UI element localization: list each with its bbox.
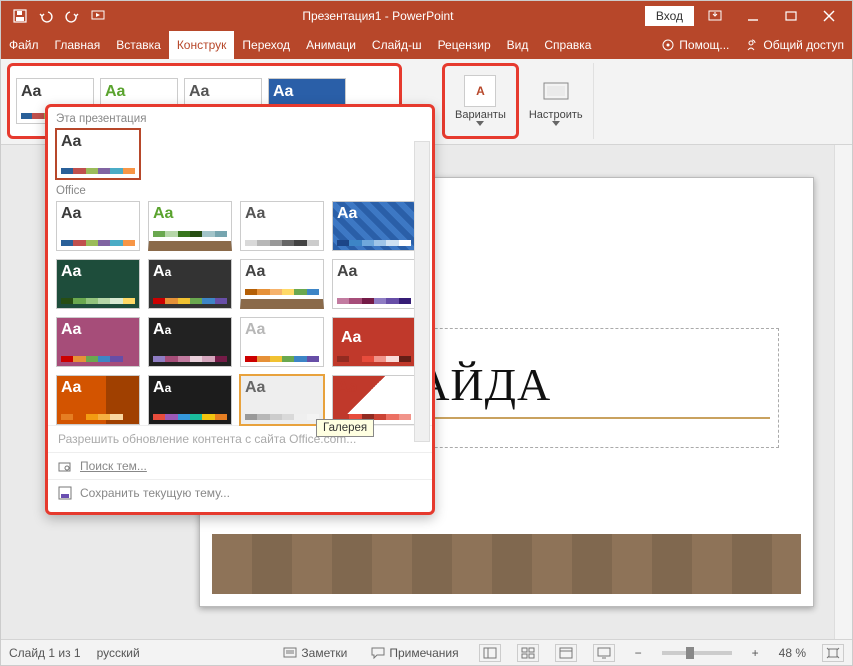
tab-анимаци[interactable]: Анимаци [298,31,364,59]
theme-thumbnail[interactable]: Aa [148,259,232,309]
slide-size-icon [540,75,572,107]
vertical-scrollbar[interactable] [834,145,852,639]
customize-label: Настроить [529,109,583,121]
theme-tooltip: Галерея [316,419,374,437]
theme-thumbnail[interactable]: Aa [332,259,416,309]
gallery-scrollbar[interactable] [414,141,430,442]
variants-button[interactable]: A Варианты [442,63,519,139]
reading-view-button[interactable] [555,644,577,662]
tab-переход[interactable]: Переход [234,31,298,59]
save-icon[interactable] [7,3,33,29]
tab-главная[interactable]: Главная [47,31,109,59]
enable-office-updates-link[interactable]: Разрешить обновление контента с сайта Of… [48,425,432,452]
tab-конструк[interactable]: Конструк [169,31,235,59]
language-indicator[interactable]: русский [97,646,140,660]
title-bar: Презентация1 - PowerPoint Вход [1,1,852,31]
tell-me-icon[interactable]: Помощ... [653,31,737,59]
theme-thumbnail[interactable]: Aa [56,201,140,251]
tab-справка[interactable]: Справка [536,31,599,59]
theme-thumbnail[interactable]: Aa [56,259,140,309]
comments-button[interactable]: Примечания [367,646,462,660]
theme-thumbnail[interactable]: Aa [148,375,232,425]
themes-gallery-dropdown: Эта презентация Aa Office AaAaAaAaAaAaAa… [45,104,435,515]
customize-button[interactable]: Настроить [519,63,594,139]
ribbon-tabs: ФайлГлавнаяВставкаКонструкПереходАнимаци… [1,31,852,59]
tell-me-label: Помощ... [679,38,729,52]
sorter-view-button[interactable] [517,644,539,662]
window-title: Презентация1 - PowerPoint [111,9,645,23]
zoom-level[interactable]: 48 % [779,646,806,660]
close-icon[interactable] [812,4,846,28]
theme-thumbnail[interactable]: Aa [148,201,232,251]
tab-рецензир[interactable]: Рецензир [430,31,499,59]
chevron-down-icon [552,121,560,127]
theme-thumbnail[interactable]: Aa [240,201,324,251]
undo-icon[interactable] [33,3,59,29]
wood-strip-decoration [212,534,801,594]
theme-thumbnail[interactable]: Aa [332,375,416,425]
chevron-down-icon [476,121,484,127]
notes-button[interactable]: Заметки [279,646,351,660]
share-button[interactable]: Общий доступ [737,31,852,59]
tab-вид[interactable]: Вид [499,31,537,59]
theme-thumbnail[interactable]: Aa [56,375,140,425]
login-button[interactable]: Вход [645,6,694,26]
zoom-slider[interactable] [662,651,732,655]
variants-icon: A [464,75,496,107]
notes-icon [283,647,297,659]
section-office: Office [48,179,432,201]
theme-thumbnail[interactable]: Aa [240,375,324,425]
minimize-icon[interactable] [736,4,770,28]
share-label: Общий доступ [763,38,844,52]
save-current-theme-link[interactable]: Сохранить текущую тему... [48,479,432,506]
theme-thumbnail[interactable]: Aa [148,317,232,367]
folder-search-icon [58,459,72,473]
theme-thumbnail[interactable]: Aa [56,317,140,367]
fit-to-window-button[interactable] [822,644,844,662]
browse-themes-link[interactable]: Поиск тем... [48,452,432,479]
theme-thumbnail[interactable]: Aa [332,201,416,251]
theme-thumbnail[interactable]: Aa [240,259,324,309]
variants-label: Варианты [455,109,506,121]
comments-icon [371,647,385,659]
slide-counter: Слайд 1 из 1 [9,646,81,660]
zoom-out-button[interactable]: − [631,646,646,660]
start-slideshow-icon[interactable] [85,3,111,29]
tab-файл[interactable]: Файл [1,31,47,59]
slideshow-view-button[interactable] [593,644,615,662]
zoom-in-button[interactable]: + [748,646,763,660]
tab-слайд-ш[interactable]: Слайд-ш [364,31,430,59]
theme-thumbnail[interactable]: Aa [240,317,324,367]
status-bar: Слайд 1 из 1 русский Заметки Примечания … [1,639,852,665]
section-current-presentation: Эта презентация [48,107,432,129]
maximize-icon[interactable] [774,4,808,28]
theme-thumbnail[interactable]: Aa [56,129,140,179]
normal-view-button[interactable] [479,644,501,662]
ribbon-options-icon[interactable] [698,4,732,28]
theme-thumbnail[interactable]: Aa [332,317,416,367]
tab-вставка[interactable]: Вставка [108,31,169,59]
save-theme-icon [58,486,72,500]
redo-icon[interactable] [59,3,85,29]
